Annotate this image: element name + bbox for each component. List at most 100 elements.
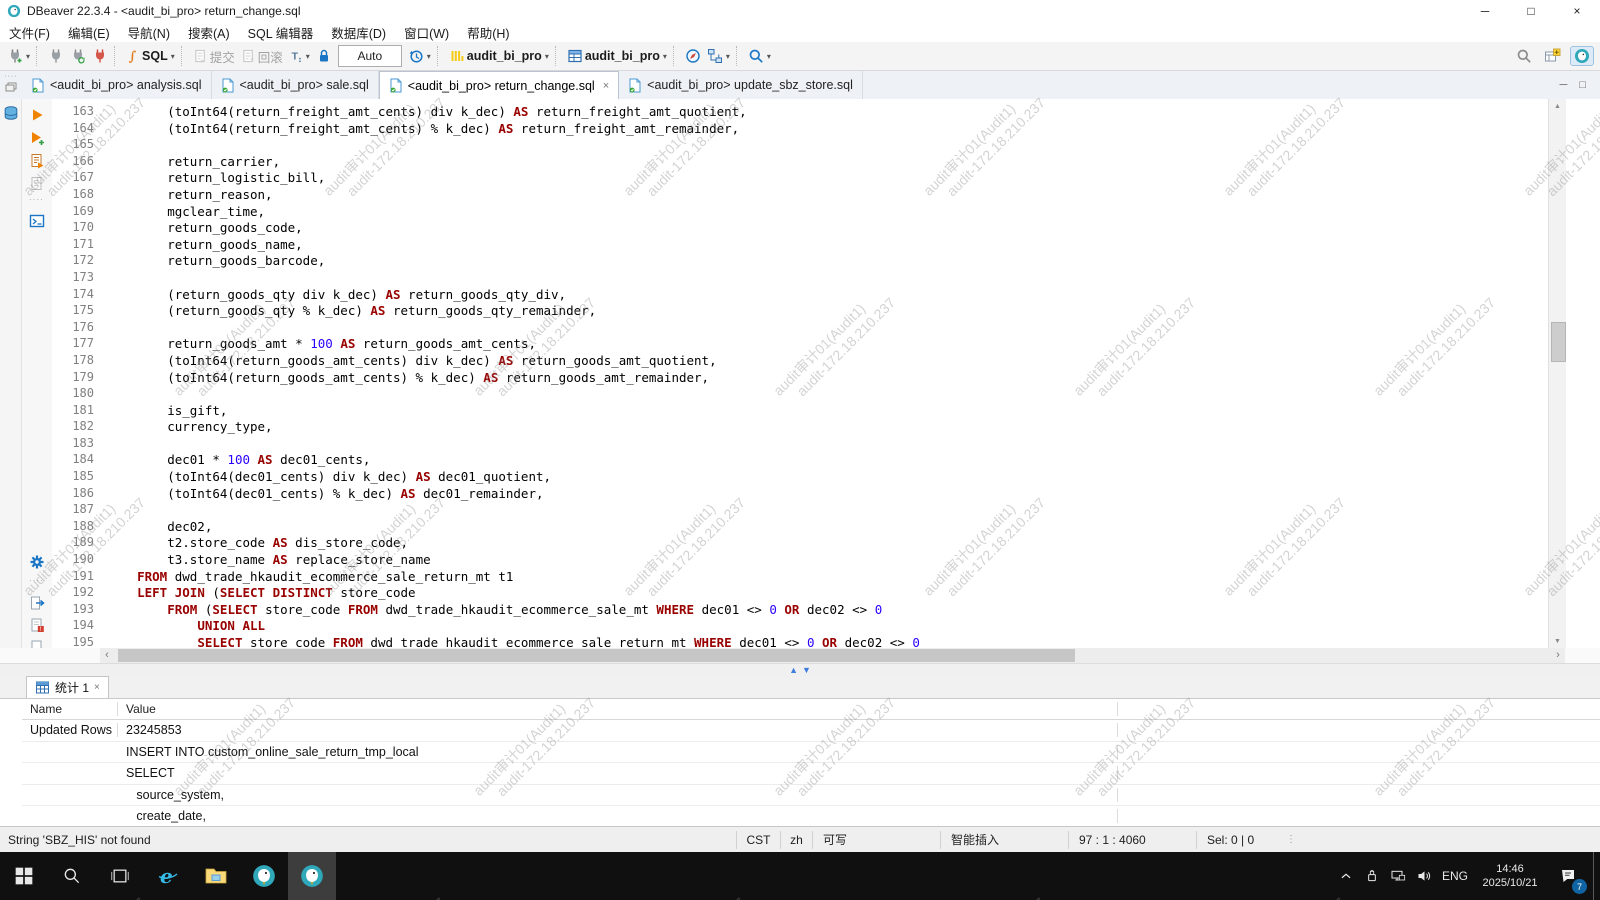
internet-explorer-button[interactable]: e [144,852,192,900]
execute-new-tab-button[interactable] [29,130,45,146]
editor-vertical-scrollbar[interactable]: ▲ ▼ [1548,99,1566,648]
tray-clock[interactable]: 14:46 2025/10/21 [1473,862,1547,890]
code-line[interactable]: (toInt64(return_goods_amt_cents) div k_d… [107,353,920,370]
dbeaver-taskbar-button-active[interactable] [288,852,336,900]
database-navigator-icon[interactable] [3,105,19,121]
tray-chevron-button[interactable] [1333,852,1359,900]
scroll-down-icon[interactable]: ▼ [1549,634,1566,648]
schema-selector[interactable]: audit_bi_pro ▾ [564,45,670,67]
menu-window[interactable]: 窗口(W) [395,23,458,42]
sql-editor[interactable]: 1631641651661671681691701711721731741751… [52,99,1548,648]
code-line[interactable]: (toInt64(dec01_cents) % k_dec) AS dec01_… [107,486,920,503]
tray-language[interactable]: ENG [1437,869,1473,883]
tray-network-icon[interactable] [1385,852,1411,900]
code-line[interactable]: dec01 * 100 AS dec01_cents, [107,452,920,469]
auto-commit-value[interactable]: Auto [338,45,402,67]
navigator-sync-button[interactable] [682,45,704,67]
code-line[interactable]: SELECT store_code FROM dwd_trade_hkaudit… [107,635,920,648]
menu-navigate[interactable]: 导航(N) [119,23,179,42]
execute-statement-button[interactable] [29,107,45,123]
code-line[interactable]: (return_goods_qty % k_dec) AS return_goo… [107,303,920,320]
column-header-name[interactable]: Name [22,702,118,716]
tab-sale-sql[interactable]: <audit_bi_pro> sale.sql [212,71,379,99]
code-line[interactable]: mgclear_time, [107,204,920,221]
history-button[interactable]: ▾ [405,45,434,67]
code-line[interactable]: FROM (SELECT store_code FROM dwd_trade_h… [107,602,920,619]
scroll-up-icon[interactable]: ▲ [1549,99,1566,113]
restore-panel-icon[interactable] [5,82,17,92]
vertical-scroll-thumb[interactable] [1551,322,1566,362]
open-shell-button[interactable] [29,213,45,229]
file-explorer-button[interactable] [192,852,240,900]
menu-help[interactable]: 帮助(H) [458,23,518,42]
connect-button[interactable] [45,45,67,67]
tray-usb-icon[interactable] [1359,852,1385,900]
horizontal-scroll-thumb[interactable] [118,649,1075,662]
code-line[interactable]: is_gift, [107,403,920,420]
auto-commit-combo[interactable]: Auto [335,45,405,67]
code-line[interactable] [107,270,920,287]
code-line[interactable] [107,320,920,337]
lock-button[interactable] [313,45,335,67]
connection-selector[interactable]: audit_bi_pro ▾ [446,45,552,67]
open-perspective-button[interactable] [1541,45,1564,67]
code-line[interactable]: return_logistic_bill, [107,170,920,187]
disconnect-button[interactable] [89,45,111,67]
dbeaver-perspective-button[interactable] [1570,46,1594,66]
code-line[interactable]: return_goods_barcode, [107,253,920,270]
sash-up-icon[interactable]: ▲ [789,665,798,676]
stats-row[interactable]: INSERT INTO custom_online_sale_return_tm… [22,742,1600,764]
commit-button[interactable]: 提交 [190,45,238,67]
tab-close-icon[interactable]: × [603,80,609,92]
stats-row[interactable]: create_date, [22,806,1600,828]
code-line[interactable]: t2.store_code AS dis_store_code, [107,535,920,552]
sql-editor-button[interactable]: ∫ SQL ▾ [123,45,178,67]
code-line[interactable] [107,386,920,403]
maximize-button[interactable]: □ [1508,0,1554,22]
show-desktop-button[interactable] [1593,852,1600,900]
menu-sql-editor[interactable]: SQL 编辑器 [239,23,323,42]
code-line[interactable] [107,137,920,154]
maximize-editor-icon[interactable]: □ [1579,79,1586,91]
taskbar-search-button[interactable] [48,852,96,900]
menu-edit[interactable]: 编辑(E) [59,23,119,42]
stats-tab-close-icon[interactable]: × [94,682,100,693]
code-line[interactable]: (toInt64(dec01_cents) div k_dec) AS dec0… [107,469,920,486]
export-result-button[interactable] [29,595,45,611]
task-view-button[interactable] [96,852,144,900]
execute-script-button[interactable] [29,153,45,169]
editor-horizontal-scrollbar[interactable]: ‹ › [100,648,1565,663]
tab-analysis-sql[interactable]: <audit_bi_pro> analysis.sql [22,71,212,99]
code-line[interactable]: return_goods_amt * 100 AS return_goods_a… [107,336,920,353]
code-line[interactable]: (toInt64(return_freight_amt_cents) div k… [107,104,920,121]
code-line[interactable]: LEFT JOIN (SELECT DISTINCT store_code [107,585,920,602]
doc-warning-button[interactable]: ! [29,617,45,633]
code-line[interactable]: currency_type, [107,419,920,436]
close-button[interactable]: × [1554,0,1600,22]
new-connection-button[interactable]: ▾ [4,45,33,67]
settings-button[interactable] [29,554,45,570]
tray-volume-icon[interactable] [1411,852,1437,900]
scroll-left-icon[interactable]: ‹ [100,648,114,663]
minimize-editor-icon[interactable]: ─ [1560,79,1568,91]
code-line[interactable]: (return_goods_qty div k_dec) AS return_g… [107,287,920,304]
dbeaver-taskbar-button[interactable] [240,852,288,900]
rollback-button[interactable]: 回滚 [238,45,286,67]
code-line[interactable]: return_reason, [107,187,920,204]
code-line[interactable]: (toInt64(return_goods_amt_cents) % k_dec… [107,370,920,387]
code-line[interactable] [107,502,920,519]
sash-down-icon[interactable]: ▼ [802,665,811,676]
code-line[interactable]: FROM dwd_trade_hkaudit_ecommerce_sale_re… [107,569,920,586]
stats-row[interactable]: Updated Rows23245853 [22,720,1600,742]
search-button[interactable]: ▾ [745,45,774,67]
code-line[interactable]: return_goods_code, [107,220,920,237]
tab-return-change-sql[interactable]: <audit_bi_pro> return_change.sql × [379,71,619,99]
column-header-value[interactable]: Value [118,702,1118,716]
notification-center-button[interactable]: 7 [1547,852,1589,900]
code-line[interactable]: dec02, [107,519,920,536]
er-diagram-button[interactable]: ▾ [704,45,733,67]
transaction-log-button[interactable]: T ▾ [286,45,313,67]
status-caret-position[interactable]: 97 : 1 : 4060 [1068,831,1196,849]
stats-row[interactable]: source_system, [22,785,1600,807]
panel-sash[interactable]: ▲ ▼ [0,663,1600,677]
